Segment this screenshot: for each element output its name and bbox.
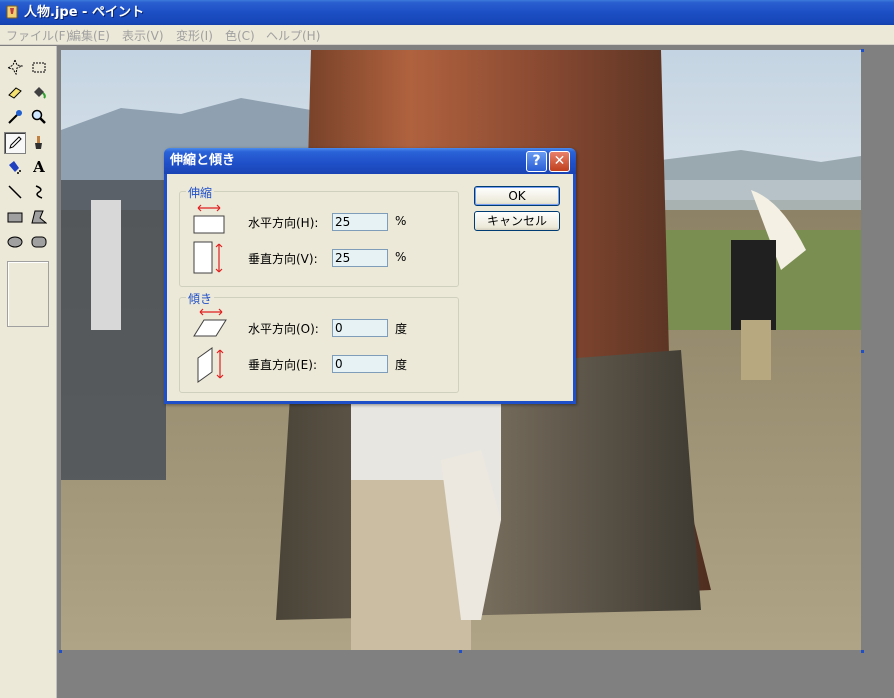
rounded-rectangle-icon	[31, 236, 47, 248]
pencil-tool[interactable]	[4, 132, 26, 154]
vertical-stretch-unit: %	[395, 250, 407, 264]
paint-app-icon	[6, 5, 18, 19]
line-icon	[8, 185, 22, 199]
vertical-stretch-input[interactable]: 25	[332, 249, 388, 267]
stretch-skew-dialog: 伸縮と傾き ? ✕ 伸縮 水平方向(H): 25 % 垂直方向(V): 25 %	[164, 148, 576, 404]
stretch-group: 伸縮 水平方向(H): 25 % 垂直方向(V): 25 %	[179, 184, 459, 287]
polygon-icon	[31, 210, 47, 224]
horizontal-stretch-icon	[193, 204, 225, 234]
dialog-title-bar[interactable]: 伸縮と傾き ? ✕	[164, 148, 576, 174]
curve-tool[interactable]	[28, 181, 50, 203]
stretch-group-label: 伸縮	[186, 184, 215, 201]
menu-edit[interactable]: 編集(E)	[69, 27, 110, 44]
rounded-rect-tool[interactable]	[28, 231, 50, 253]
magnifier-icon	[31, 109, 46, 124]
window-title: 人物.jpe - ペイント	[24, 5, 144, 20]
curve-icon	[35, 185, 43, 199]
toolbox: A	[0, 46, 57, 698]
menu-image[interactable]: 変形(I)	[176, 27, 213, 44]
eyedropper-icon	[8, 110, 22, 124]
help-button[interactable]: ?	[526, 151, 547, 172]
airbrush-tool[interactable]	[4, 156, 26, 178]
horizontal-skew-unit: 度	[395, 322, 408, 336]
resize-handle-bottom-left[interactable]	[59, 650, 62, 653]
vertical-skew-unit: 度	[395, 358, 408, 372]
magnifier-tool[interactable]	[28, 106, 50, 128]
text-tool[interactable]: A	[28, 156, 50, 178]
dialog-body: 伸縮 水平方向(H): 25 % 垂直方向(V): 25 % 傾き 水平方向(O…	[167, 174, 573, 401]
menu-colors[interactable]: 色(C)	[225, 27, 255, 44]
ok-button[interactable]: OK	[474, 186, 560, 206]
resize-handle-top-right[interactable]	[861, 49, 864, 52]
horizontal-stretch-label: 水平方向(H):	[248, 216, 319, 230]
skew-group: 傾き 水平方向(O): 0 度 垂直方向(E): 0 度	[179, 290, 459, 393]
resize-handle-right[interactable]	[861, 350, 864, 353]
free-select-icon	[7, 59, 23, 75]
horizontal-skew-input[interactable]: 0	[332, 319, 388, 337]
horizontal-skew-icon	[193, 308, 227, 337]
vertical-stretch-icon	[193, 241, 223, 274]
vertical-skew-input[interactable]: 0	[332, 355, 388, 373]
menu-view[interactable]: 表示(V)	[122, 27, 164, 44]
vertical-stretch-label: 垂直方向(V):	[248, 252, 318, 266]
horizontal-skew-label: 水平方向(O):	[248, 322, 319, 336]
resize-handle-bottom[interactable]	[459, 650, 462, 653]
vertical-skew-label: 垂直方向(E):	[248, 358, 317, 372]
polygon-tool[interactable]	[28, 206, 50, 228]
close-button[interactable]: ✕	[549, 151, 570, 172]
skew-group-label: 傾き	[186, 290, 215, 307]
brush-tool[interactable]	[28, 132, 50, 154]
eraser-tool[interactable]	[4, 81, 26, 103]
horizontal-stretch-input[interactable]: 25	[332, 213, 388, 231]
resize-handle-bottom-right[interactable]	[861, 650, 864, 653]
vertical-skew-icon	[197, 347, 224, 383]
line-tool[interactable]	[4, 181, 26, 203]
menu-help[interactable]: ヘルプ(H)	[266, 27, 320, 44]
paint-bucket-icon	[34, 87, 46, 99]
menu-bar: ファイル(F) 編集(E) 表示(V) 変形(I) 色(C) ヘルプ(H)	[0, 25, 894, 45]
dialog-title: 伸縮と傾き	[170, 153, 236, 168]
airbrush-icon	[9, 161, 21, 174]
color-picker-tool[interactable]	[4, 106, 26, 128]
tool-options-panel[interactable]	[7, 261, 49, 327]
text-tool-icon: A	[33, 158, 45, 176]
ellipse-icon	[7, 236, 23, 248]
fill-tool[interactable]	[28, 81, 50, 103]
window-title-bar: 人物.jpe - ペイント	[0, 0, 894, 25]
brush-icon	[35, 136, 42, 149]
menu-file[interactable]: ファイル(F)	[6, 27, 70, 44]
horizontal-stretch-unit: %	[395, 214, 407, 228]
cancel-button[interactable]: キャンセル	[474, 211, 560, 231]
free-select-tool[interactable]	[4, 56, 26, 78]
rect-select-tool[interactable]	[28, 56, 50, 78]
rect-select-icon	[32, 62, 46, 73]
pencil-icon	[9, 136, 22, 149]
ellipse-tool[interactable]	[4, 231, 26, 253]
rectangle-icon	[7, 212, 23, 223]
rectangle-tool[interactable]	[4, 206, 26, 228]
eraser-icon	[8, 87, 22, 99]
